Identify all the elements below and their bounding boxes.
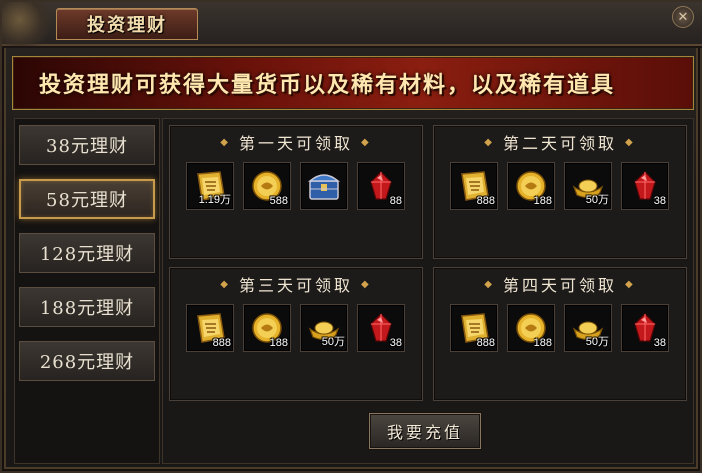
diamond-icon: ◆ bbox=[220, 136, 231, 148]
day-title: ◆ 第四天可领取 ◆ bbox=[434, 272, 686, 296]
reward-items: 888 188 50万 38 bbox=[186, 304, 405, 352]
item-quantity: 88 bbox=[389, 195, 402, 207]
window-title-tab[interactable]: 投资理财 bbox=[56, 8, 198, 40]
item-quantity: 38 bbox=[389, 337, 402, 349]
dragon-ornament-icon bbox=[2, 2, 60, 46]
item-quantity: 50万 bbox=[585, 194, 609, 206]
item-quantity: 588 bbox=[269, 195, 288, 207]
reward-slot[interactable]: 588 bbox=[243, 162, 291, 210]
item-quantity: 38 bbox=[653, 337, 666, 349]
item-quantity: 888 bbox=[476, 195, 495, 207]
reward-slot[interactable]: 38 bbox=[621, 304, 669, 352]
day-panel-4: ◆ 第四天可领取 ◆ 888 188 50万 38 bbox=[433, 267, 687, 401]
tier-list: 38元理财 58元理财 128元理财 188元理财 268元理财 bbox=[14, 118, 160, 464]
diamond-icon: ◆ bbox=[625, 136, 636, 148]
reward-items: 1.19万 588 88 bbox=[186, 162, 405, 210]
item-quantity: 1.19万 bbox=[198, 194, 231, 206]
reward-items: 888 188 50万 38 bbox=[450, 162, 669, 210]
diamond-icon: ◆ bbox=[625, 278, 636, 290]
tier-button-58[interactable]: 58元理财 bbox=[19, 179, 155, 219]
day-title-text: 第三天可领取 bbox=[238, 276, 353, 295]
reward-slot[interactable]: 888 bbox=[450, 162, 498, 210]
item-quantity: 50万 bbox=[321, 336, 345, 348]
investment-window: 投资理财 ✕ 投资理财可获得大量货币以及稀有材料，以及稀有道具 38元理财 58… bbox=[0, 0, 702, 473]
day-title: ◆ 第一天可领取 ◆ bbox=[170, 130, 422, 154]
day-title-text: 第二天可领取 bbox=[502, 134, 617, 153]
item-quantity: 888 bbox=[476, 337, 495, 349]
window-title: 投资理财 bbox=[87, 15, 167, 36]
close-button[interactable]: ✕ bbox=[672, 6, 694, 28]
tier-button-38[interactable]: 38元理财 bbox=[19, 125, 155, 165]
day-title: ◆ 第三天可领取 ◆ bbox=[170, 272, 422, 296]
day-title: ◆ 第二天可领取 ◆ bbox=[434, 130, 686, 154]
tier-button-188[interactable]: 188元理财 bbox=[19, 287, 155, 327]
day-panel-2: ◆ 第二天可领取 ◆ 888 188 50万 38 bbox=[433, 125, 687, 259]
diamond-icon: ◆ bbox=[484, 278, 495, 290]
reward-slot[interactable] bbox=[300, 162, 348, 210]
diamond-icon: ◆ bbox=[361, 136, 372, 148]
recharge-button[interactable]: 我要充值 bbox=[369, 413, 481, 449]
reward-slot[interactable]: 1.19万 bbox=[186, 162, 234, 210]
day-panel-3: ◆ 第三天可领取 ◆ 888 188 50万 38 bbox=[169, 267, 423, 401]
item-quantity: 188 bbox=[269, 337, 288, 349]
tier-button-268[interactable]: 268元理财 bbox=[19, 341, 155, 381]
reward-slot[interactable]: 38 bbox=[357, 304, 405, 352]
window-header: 投资理财 ✕ bbox=[2, 2, 702, 48]
reward-slot[interactable]: 188 bbox=[507, 162, 555, 210]
reward-slot[interactable]: 88 bbox=[357, 162, 405, 210]
reward-items: 888 188 50万 38 bbox=[450, 304, 669, 352]
item-quantity: 888 bbox=[212, 337, 231, 349]
day-title-text: 第一天可领取 bbox=[238, 134, 353, 153]
day-title-text: 第四天可领取 bbox=[502, 276, 617, 295]
reward-slot[interactable]: 888 bbox=[186, 304, 234, 352]
tier-button-128[interactable]: 128元理财 bbox=[19, 233, 155, 273]
day-panel-1: ◆ 第一天可领取 ◆ 1.19万 588 88 bbox=[169, 125, 423, 259]
item-quantity: 188 bbox=[533, 195, 552, 207]
item-quantity: 188 bbox=[533, 337, 552, 349]
item-quantity: 38 bbox=[653, 195, 666, 207]
diamond-icon: ◆ bbox=[220, 278, 231, 290]
diamond-icon: ◆ bbox=[484, 136, 495, 148]
reward-slot[interactable]: 50万 bbox=[300, 304, 348, 352]
banner-text: 投资理财可获得大量货币以及稀有材料，以及稀有道具 bbox=[39, 73, 616, 98]
diamond-icon: ◆ bbox=[361, 278, 372, 290]
item-quantity: 50万 bbox=[585, 336, 609, 348]
rewards-content: ◆ 第一天可领取 ◆ 1.19万 588 88 ◆ 第二天可领取 ◆ 888 188 50万 38 ◆… bbox=[162, 118, 694, 464]
reward-slot[interactable]: 188 bbox=[243, 304, 291, 352]
reward-slot[interactable]: 50万 bbox=[564, 162, 612, 210]
treasure-chest-icon bbox=[305, 167, 343, 205]
promo-banner: 投资理财可获得大量货币以及稀有材料，以及稀有道具 bbox=[12, 56, 694, 110]
reward-slot[interactable]: 888 bbox=[450, 304, 498, 352]
reward-slot[interactable]: 38 bbox=[621, 162, 669, 210]
reward-slot[interactable]: 50万 bbox=[564, 304, 612, 352]
reward-slot[interactable]: 188 bbox=[507, 304, 555, 352]
